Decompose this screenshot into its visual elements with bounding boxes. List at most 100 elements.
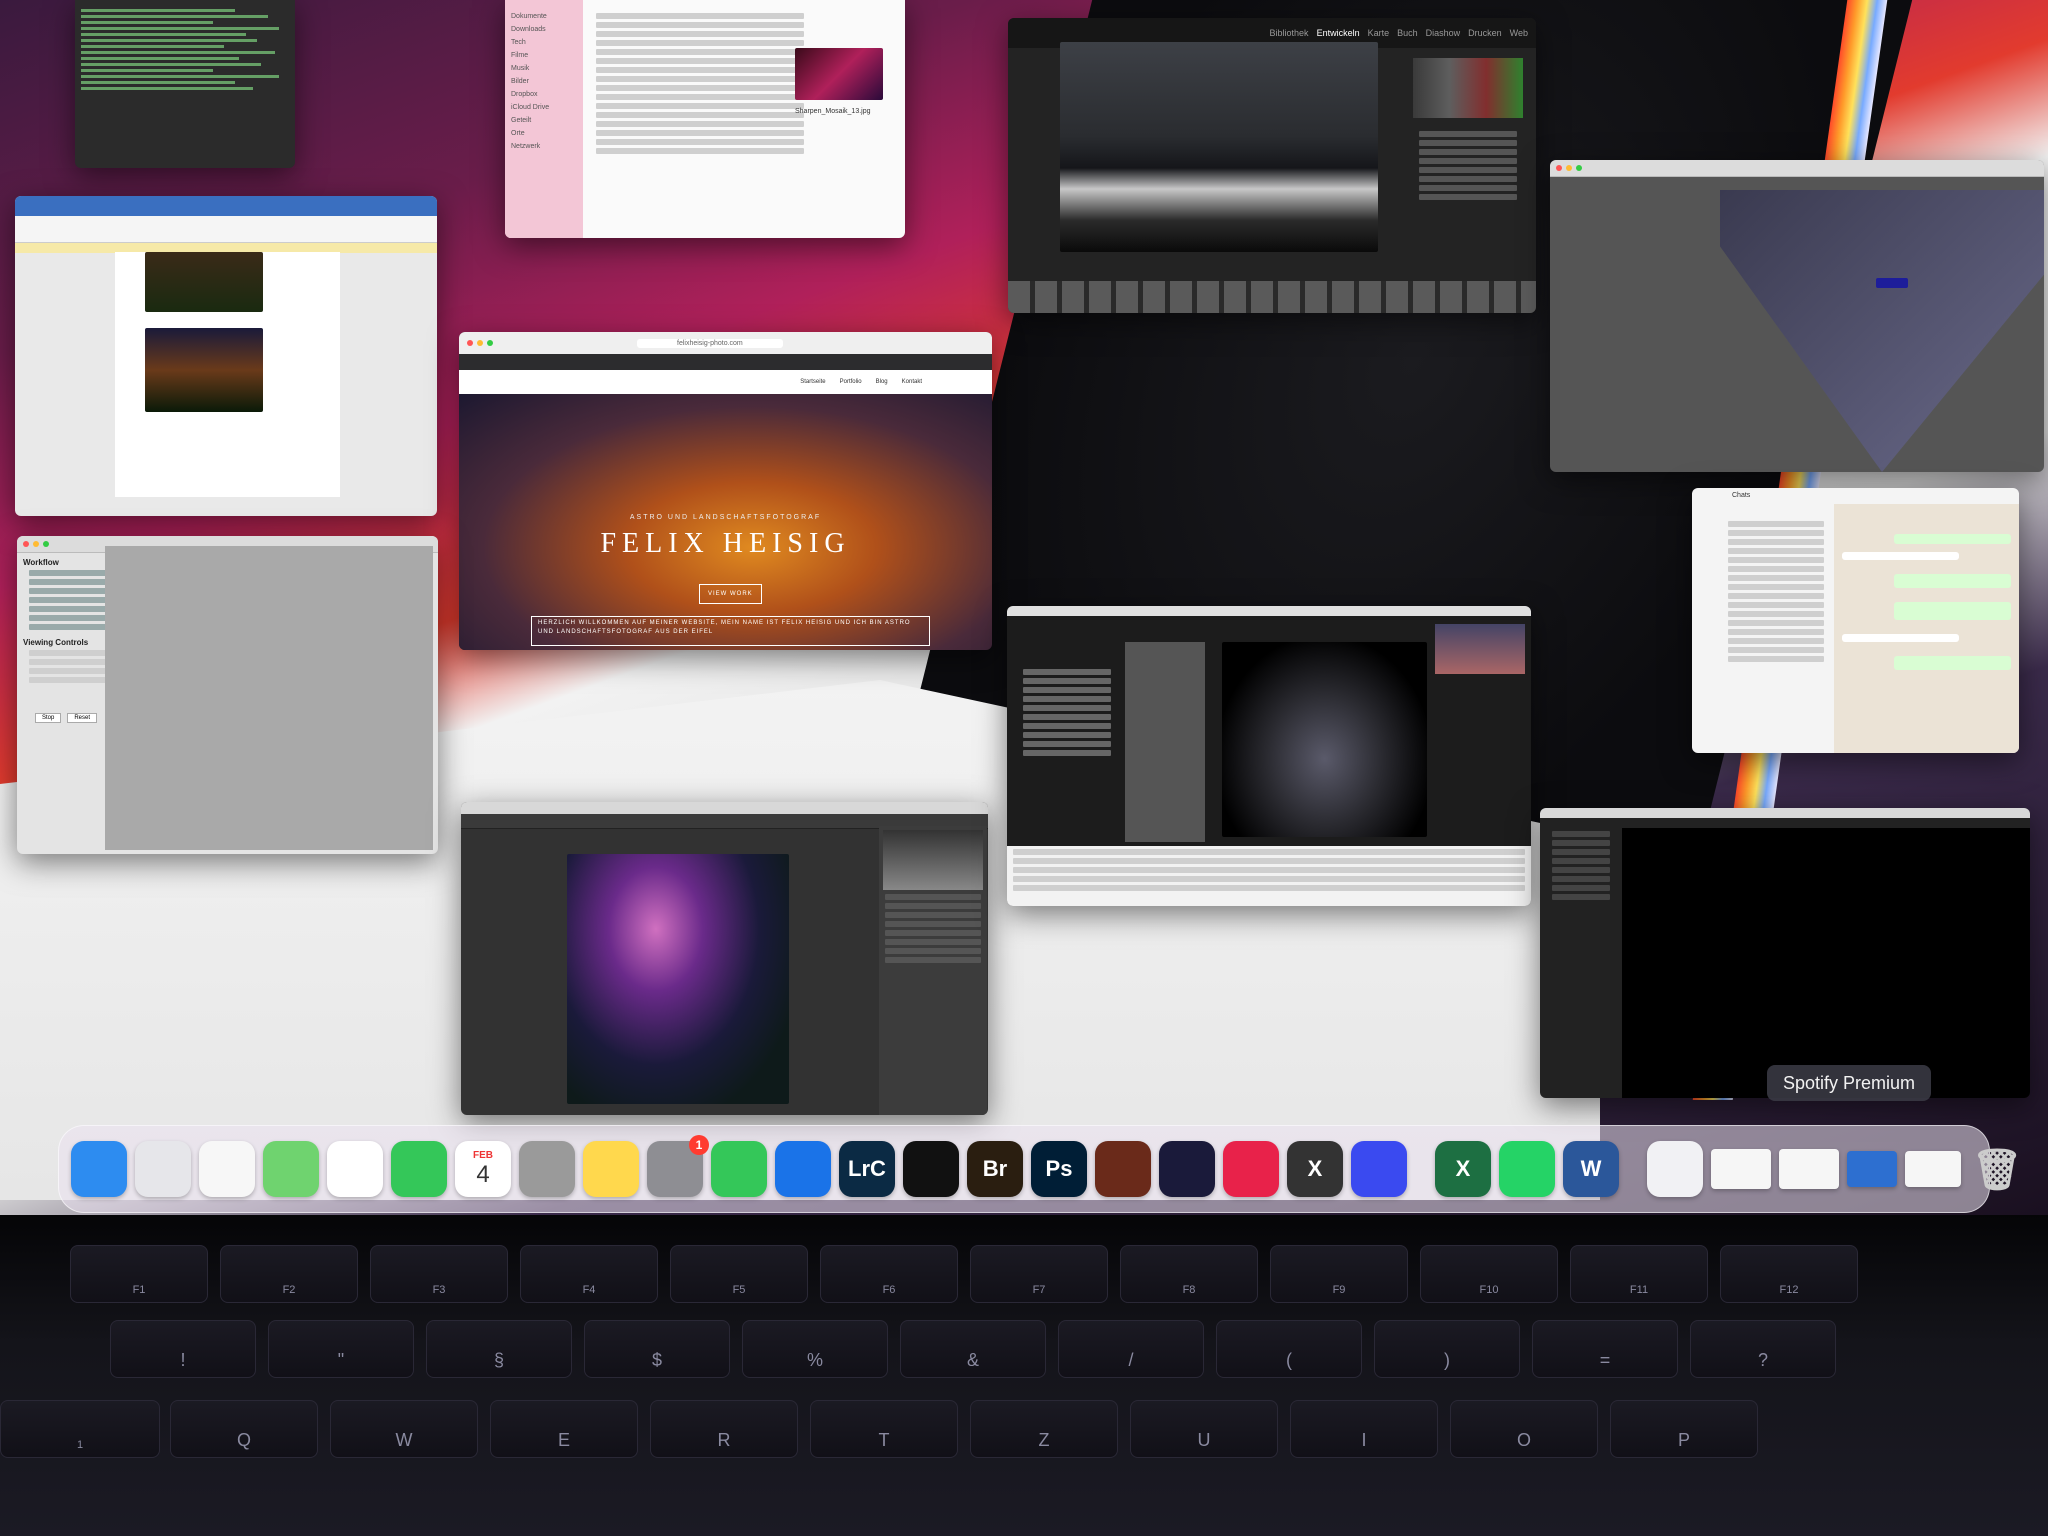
dock-starry-landscape-icon[interactable]	[1159, 1141, 1215, 1197]
dock-word-icon[interactable]: W	[1563, 1141, 1619, 1197]
site-nav-link[interactable]: Kontakt	[902, 379, 922, 385]
dock-minimized-window[interactable]	[1905, 1151, 1961, 1187]
dock-safari-icon[interactable]	[199, 1141, 255, 1197]
dock-stellarium-icon[interactable]	[1095, 1141, 1151, 1197]
messages-window[interactable]	[1550, 160, 2044, 472]
dock-system-settings-icon[interactable]: 1	[647, 1135, 709, 1197]
keyboard-key[interactable]: =	[1532, 1320, 1678, 1378]
dock-spotify-icon[interactable]	[903, 1141, 959, 1197]
dock-maps-icon[interactable]	[263, 1141, 319, 1197]
keyboard-key[interactable]: Z	[970, 1400, 1118, 1458]
dock-photoshop-icon[interactable]: Ps	[1031, 1141, 1087, 1197]
lightroom-module-tab[interactable]: Buch	[1397, 28, 1418, 38]
dock-onedrive-icon[interactable]	[775, 1141, 831, 1197]
dock-whatsapp-icon[interactable]	[1499, 1141, 1555, 1197]
dock-minimized-window[interactable]	[1647, 1141, 1703, 1197]
dock-launchpad-icon[interactable]	[135, 1141, 191, 1197]
finder-sidebar-item[interactable]: Orte	[511, 127, 577, 140]
finder-sidebar-item[interactable]: iCloud Drive	[511, 101, 577, 114]
lightroom-module-tab[interactable]: Web	[1510, 28, 1528, 38]
finder-sidebar-item[interactable]: Tech	[511, 36, 577, 49]
keyboard-key[interactable]: P	[1610, 1400, 1758, 1458]
keyboard-key[interactable]: "	[268, 1320, 414, 1378]
finder-sidebar-item[interactable]: Dokumente	[511, 10, 577, 23]
keyboard-key[interactable]: R	[650, 1400, 798, 1458]
keyboard-key[interactable]: F9	[1270, 1245, 1408, 1303]
dock-3d-app-icon[interactable]	[1351, 1141, 1407, 1197]
finder-sidebar-item[interactable]: Filme	[511, 49, 577, 62]
photoshop-window[interactable]	[461, 802, 988, 1115]
dock-minimized-window[interactable]	[1711, 1149, 1771, 1189]
dock-minimized-window[interactable]	[1779, 1149, 1839, 1189]
stop-button[interactable]: Stop	[35, 713, 62, 723]
lightroom-module-tab[interactable]: Diashow	[1426, 28, 1461, 38]
trash-icon[interactable]: 🗑	[1969, 1141, 2025, 1197]
keyboard-key[interactable]: F1	[70, 1245, 208, 1303]
lightroom-module-tab[interactable]: Karte	[1368, 28, 1390, 38]
dock-notes-icon[interactable]	[583, 1141, 639, 1197]
keyboard-key[interactable]: F8	[1120, 1245, 1258, 1303]
safari-address-bar[interactable]: felixheisig-photo.com	[637, 338, 783, 348]
keyboard-key[interactable]: §	[426, 1320, 572, 1378]
finder-sidebar-item[interactable]: Downloads	[511, 23, 577, 36]
whatsapp-window[interactable]: Chats	[1692, 488, 2019, 753]
sequator-window[interactable]	[1540, 808, 2030, 1098]
dock-excel-icon[interactable]: X	[1435, 1141, 1491, 1197]
keyboard-key[interactable]: ?	[1690, 1320, 1836, 1378]
keyboard-key[interactable]: 1	[0, 1400, 160, 1458]
dock-facetime-icon[interactable]	[391, 1141, 447, 1197]
siril-window[interactable]	[1007, 606, 1531, 906]
keyboard-key[interactable]: F5	[670, 1245, 808, 1303]
keyboard-key[interactable]: I	[1290, 1400, 1438, 1458]
keyboard-key[interactable]: E	[490, 1400, 638, 1458]
keyboard-key[interactable]: F11	[1570, 1245, 1708, 1303]
keyboard-key[interactable]: F3	[370, 1245, 508, 1303]
dock-photos-icon[interactable]	[327, 1141, 383, 1197]
site-nav-link[interactable]: Portfolio	[840, 379, 862, 385]
keyboard-key[interactable]: U	[1130, 1400, 1278, 1458]
word-window[interactable]	[15, 196, 437, 516]
keyboard-key[interactable]: Q	[170, 1400, 318, 1458]
keyboard-key[interactable]: W	[330, 1400, 478, 1458]
keyboard-key[interactable]: F12	[1720, 1245, 1858, 1303]
lightroom-module-tab[interactable]: Drucken	[1468, 28, 1502, 38]
keyboard-key[interactable]: F2	[220, 1245, 358, 1303]
keyboard-key[interactable]: F7	[970, 1245, 1108, 1303]
terminal-window[interactable]	[75, 0, 295, 168]
keyboard-key[interactable]: !	[110, 1320, 256, 1378]
finder-sidebar-item[interactable]: Bilder	[511, 75, 577, 88]
keyboard-key[interactable]: $	[584, 1320, 730, 1378]
lightroom-module-tab[interactable]: Bibliothek	[1270, 28, 1309, 38]
finder-sidebar-item[interactable]: Geteilt	[511, 114, 577, 127]
finder-sidebar-item[interactable]: Netzwerk	[511, 140, 577, 153]
safari-window[interactable]: felixheisig-photo.com Startseite Portfoli…	[459, 332, 992, 650]
dock-x-code-icon[interactable]: X	[1287, 1141, 1343, 1197]
view-work-button[interactable]: VIEW WORK	[699, 584, 762, 604]
keyboard-key[interactable]: F10	[1420, 1245, 1558, 1303]
dock-minimized-window[interactable]	[1847, 1151, 1897, 1187]
site-nav-link[interactable]: Startseite	[800, 379, 825, 385]
keyboard-key[interactable]: F6	[820, 1245, 958, 1303]
keyboard-key[interactable]: T	[810, 1400, 958, 1458]
finder-sidebar-item[interactable]: Musik	[511, 62, 577, 75]
reset-button[interactable]: Reset	[67, 713, 98, 723]
lightroom-window[interactable]: Bibliothek Entwickeln Karte Buch Diashow Druc…	[1008, 18, 1536, 313]
dock-calculator-icon[interactable]	[519, 1141, 575, 1197]
keyboard-key[interactable]: F4	[520, 1245, 658, 1303]
dock-bridge-icon[interactable]: Br	[967, 1141, 1023, 1197]
site-nav-link[interactable]: Blog	[876, 379, 888, 385]
keyboard-key[interactable]: (	[1216, 1320, 1362, 1378]
keyboard-key[interactable]: &	[900, 1320, 1046, 1378]
dock-messages-icon[interactable]	[711, 1141, 767, 1197]
starry-stacker-window[interactable]: Workflow Viewing Controls Stop Reset	[17, 536, 438, 854]
dock-calendar-icon[interactable]: FEB 4	[455, 1141, 511, 1197]
dock-lightroom-classic-icon[interactable]: LrC	[839, 1141, 895, 1197]
finder-window[interactable]: Dokumente Downloads Tech Filme Musik Bilder Dr…	[505, 0, 905, 238]
keyboard-key[interactable]: %	[742, 1320, 888, 1378]
lightroom-filmstrip[interactable]	[1008, 281, 1536, 313]
keyboard-key[interactable]: )	[1374, 1320, 1520, 1378]
keyboard-key[interactable]: /	[1058, 1320, 1204, 1378]
finder-sidebar-item[interactable]: Dropbox	[511, 88, 577, 101]
dock-finder-icon[interactable]	[71, 1141, 127, 1197]
keyboard-key[interactable]: O	[1450, 1400, 1598, 1458]
